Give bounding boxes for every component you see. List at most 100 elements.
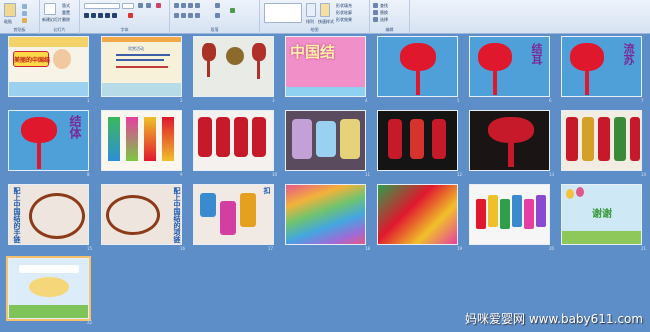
format-painter-icon[interactable] bbox=[22, 18, 27, 23]
arrange-button[interactable]: 排列 bbox=[306, 19, 314, 25]
necklace-photo bbox=[106, 195, 160, 235]
slide-number: 8 bbox=[87, 172, 90, 177]
ribbon: 粘贴 剪贴板 新建幻灯片 版式 重置 删除 幻灯片 字体 段落 排列 快速样式 … bbox=[0, 0, 650, 34]
slide-thumbnail-19[interactable] bbox=[377, 184, 458, 245]
ribbon-group-editing: 查找 替换 选择 编辑 bbox=[370, 0, 410, 34]
knot-photo bbox=[252, 117, 266, 157]
arrange-icon[interactable] bbox=[306, 3, 316, 17]
slide-sorter: 美丽的中国结 1 欣赏活动 2 3 中国结 4 5 结耳 6 流苏 7 结体 8… bbox=[0, 34, 650, 332]
ribbon-group-slides: 新建幻灯片 版式 重置 删除 幻灯片 bbox=[40, 0, 80, 34]
slide-number: 22 bbox=[87, 320, 93, 325]
bold-icon[interactable] bbox=[84, 13, 89, 18]
slide-thumbnail-4[interactable]: 中国结 bbox=[285, 36, 366, 97]
paste-button[interactable]: 粘贴 bbox=[4, 19, 12, 25]
slide-thumbnail-12[interactable] bbox=[377, 110, 458, 171]
find-button[interactable]: 查找 bbox=[380, 3, 388, 9]
font-size-select[interactable] bbox=[122, 3, 134, 9]
slide-thumbnail-7[interactable]: 流苏 bbox=[561, 36, 642, 97]
text-banner bbox=[19, 265, 79, 273]
slide-thumbnail-17[interactable]: 配上中国结的钥匙扣 bbox=[193, 184, 274, 245]
tassel bbox=[493, 71, 497, 95]
text-line bbox=[116, 54, 170, 56]
align-right-icon[interactable] bbox=[188, 13, 193, 18]
shrink-font-icon[interactable] bbox=[146, 3, 151, 8]
justify-icon[interactable] bbox=[195, 13, 200, 18]
slide-title: 配上中国结的手链 bbox=[13, 187, 22, 243]
underline-icon[interactable] bbox=[98, 13, 103, 18]
slide-number: 9 bbox=[180, 172, 183, 177]
cut-icon[interactable] bbox=[22, 4, 27, 9]
grow-font-icon[interactable] bbox=[138, 3, 143, 8]
knot-illustration bbox=[400, 43, 436, 71]
increase-indent-icon[interactable] bbox=[195, 3, 200, 8]
find-icon[interactable] bbox=[373, 3, 378, 8]
cloud-illustration bbox=[29, 277, 69, 297]
knot-photo bbox=[108, 117, 120, 161]
slide-thumbnail-3[interactable] bbox=[193, 36, 274, 97]
slide-thumbnail-1[interactable]: 美丽的中国结 bbox=[8, 36, 89, 97]
slide-number: 20 bbox=[549, 246, 555, 251]
new-slide-button[interactable]: 新建幻灯片 bbox=[42, 17, 62, 23]
text-line bbox=[116, 59, 164, 61]
reset-button[interactable]: 重置 bbox=[62, 10, 70, 16]
slide-thumbnail-10[interactable] bbox=[193, 110, 274, 171]
bunting-decoration bbox=[9, 37, 88, 47]
bunting-decoration bbox=[102, 37, 181, 42]
quick-styles-icon[interactable] bbox=[320, 3, 330, 17]
cartoon-character bbox=[53, 49, 71, 69]
slide-thumbnail-11[interactable] bbox=[285, 110, 366, 171]
slide-thumbnail-18[interactable] bbox=[285, 184, 366, 245]
tassel bbox=[207, 61, 210, 77]
slide-thumbnail-5[interactable] bbox=[377, 36, 458, 97]
ribbon-group-paragraph: 段落 bbox=[170, 0, 260, 34]
italic-icon[interactable] bbox=[91, 13, 96, 18]
slide-thumbnail-8[interactable]: 结体 bbox=[8, 110, 89, 171]
bullets-icon[interactable] bbox=[174, 3, 179, 8]
font-name-select[interactable] bbox=[84, 3, 120, 9]
strikethrough-icon[interactable] bbox=[105, 13, 110, 18]
replace-button[interactable]: 替换 bbox=[380, 10, 388, 16]
align-text-icon[interactable] bbox=[215, 13, 220, 18]
ribbon-group-clipboard: 粘贴 剪贴板 bbox=[0, 0, 40, 34]
clear-format-icon[interactable] bbox=[156, 3, 161, 8]
shape-outline-button[interactable]: 形状轮廓 bbox=[336, 10, 352, 16]
slide-thumbnail-22[interactable] bbox=[6, 256, 91, 321]
delete-button[interactable]: 删除 bbox=[62, 17, 70, 23]
shapes-gallery[interactable] bbox=[264, 3, 302, 23]
text-direction-icon[interactable] bbox=[215, 3, 220, 8]
shape-effect-button[interactable]: 形状效果 bbox=[336, 17, 352, 23]
select-button[interactable]: 选择 bbox=[380, 17, 388, 23]
slide-thumbnail-15[interactable]: 配上中国结的手链 bbox=[8, 184, 89, 245]
slide-thumbnail-14[interactable] bbox=[561, 110, 642, 171]
align-left-icon[interactable] bbox=[174, 13, 179, 18]
kids-illustration bbox=[9, 305, 88, 318]
new-slide-icon[interactable] bbox=[44, 3, 56, 15]
select-icon[interactable] bbox=[373, 17, 378, 22]
layout-button[interactable]: 版式 bbox=[62, 3, 70, 9]
numbering-icon[interactable] bbox=[181, 3, 186, 8]
replace-icon[interactable] bbox=[373, 10, 378, 15]
slide-thumbnail-21[interactable]: 谢谢 bbox=[561, 184, 642, 245]
knot-photo bbox=[432, 119, 446, 159]
knot-photo bbox=[292, 119, 312, 159]
slide-thumbnail-2[interactable]: 欣赏活动 bbox=[101, 36, 182, 97]
slide-thumbnail-16[interactable]: 配上中国结的项链 bbox=[101, 184, 182, 245]
shape-fill-button[interactable]: 形状填充 bbox=[336, 3, 352, 9]
font-color-icon[interactable] bbox=[128, 13, 133, 18]
copy-icon[interactable] bbox=[22, 11, 27, 16]
slide-thumbnail-13[interactable] bbox=[469, 110, 550, 171]
slide-thumbnail-20[interactable] bbox=[469, 184, 550, 245]
smartart-icon[interactable] bbox=[230, 8, 235, 13]
align-center-icon[interactable] bbox=[181, 13, 186, 18]
slide-thumbnail-9[interactable] bbox=[101, 110, 182, 171]
tassel bbox=[508, 143, 514, 167]
knot-photo bbox=[582, 117, 594, 161]
paste-icon[interactable] bbox=[4, 3, 16, 17]
shadow-icon[interactable] bbox=[112, 13, 117, 18]
keychain-photo bbox=[200, 193, 216, 217]
slide-thumbnail-6[interactable]: 结耳 bbox=[469, 36, 550, 97]
slide-number: 4 bbox=[365, 98, 368, 103]
decrease-indent-icon[interactable] bbox=[188, 3, 193, 8]
thread-spool bbox=[524, 199, 534, 229]
quick-styles-button[interactable]: 快速样式 bbox=[318, 19, 334, 25]
